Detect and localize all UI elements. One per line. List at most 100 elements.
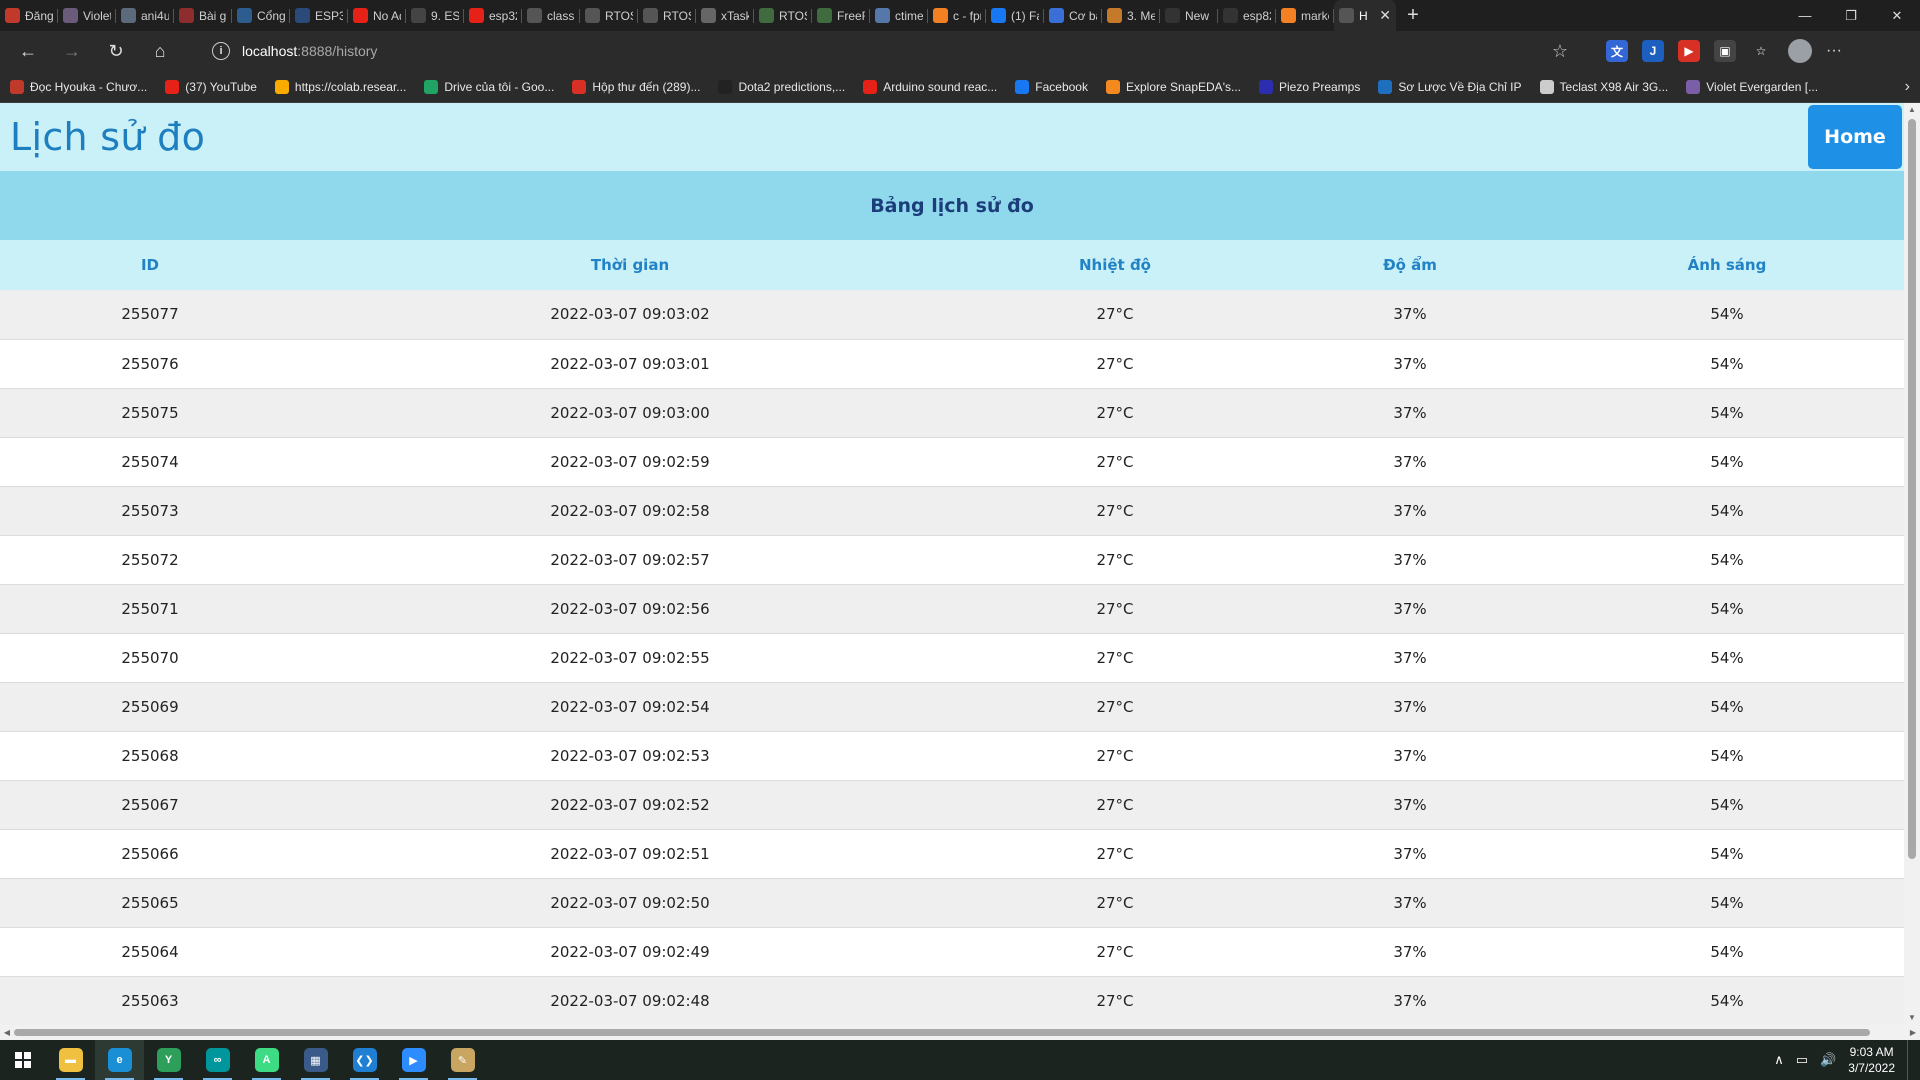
- volume-icon[interactable]: 🔊: [1820, 1052, 1836, 1068]
- restore-button[interactable]: ❐: [1828, 0, 1874, 31]
- page-icon: [1339, 8, 1354, 23]
- cell-humidity: 37%: [1393, 942, 1427, 961]
- bookmark-item[interactable]: Facebook: [1015, 79, 1088, 94]
- bookmark-item[interactable]: Arduino sound reac...: [863, 79, 997, 94]
- vertical-scrollbar[interactable]: ▲ ▼: [1904, 103, 1920, 1025]
- browser-tab[interactable]: class: [522, 0, 580, 31]
- browser-tab[interactable]: Cơ bả: [1044, 0, 1102, 31]
- browser-tab[interactable]: New I: [1160, 0, 1218, 31]
- browser-tab[interactable]: 3. Mer: [1102, 0, 1160, 31]
- home-page-button[interactable]: ⌂: [142, 35, 178, 67]
- cell-time: 2022-03-07 09:02:58: [550, 501, 710, 520]
- browser-tab[interactable]: No Ad: [348, 0, 406, 31]
- taskbar-app[interactable]: ∞: [193, 1040, 242, 1080]
- cell-light: 54%: [1710, 893, 1744, 912]
- close-window-button[interactable]: ✕: [1874, 0, 1920, 31]
- taskbar-app[interactable]: e: [95, 1040, 144, 1080]
- profile-avatar-icon[interactable]: [1788, 39, 1812, 63]
- reload-button[interactable]: ↻: [98, 35, 134, 67]
- taskbar-app[interactable]: ▶: [389, 1040, 438, 1080]
- bookmark-label: Drive của tôi - Goo...: [444, 79, 555, 94]
- tab-label: 9. ESP: [431, 8, 459, 23]
- browser-tab[interactable]: esp82: [1218, 0, 1276, 31]
- cell-time: 2022-03-07 09:02:54: [550, 697, 710, 716]
- scroll-right-icon[interactable]: ▶: [1906, 1025, 1920, 1040]
- bookmark-item[interactable]: Sơ Lược Về Địa Chỉ IP: [1378, 79, 1522, 94]
- site-info-icon[interactable]: i: [212, 42, 230, 60]
- address-bar[interactable]: i localhost:8888/history ☆: [200, 36, 1580, 66]
- browser-tab[interactable]: c - fpr: [928, 0, 986, 31]
- home-button[interactable]: Home: [1808, 105, 1902, 169]
- minimize-button[interactable]: —: [1782, 0, 1828, 31]
- browser-tab[interactable]: RTOS: [754, 0, 812, 31]
- bookmark-item[interactable]: Piezo Preamps: [1258, 79, 1360, 94]
- scroll-left-icon[interactable]: ◀: [0, 1025, 14, 1040]
- browser-tab[interactable]: RTOS: [580, 0, 638, 31]
- bookmark-item[interactable]: Hộp thư đến (289)...: [572, 79, 700, 94]
- taskbar-app[interactable]: A: [242, 1040, 291, 1080]
- browser-tab[interactable]: Cổng: [232, 0, 290, 31]
- add-favorite-icon[interactable]: ☆: [1552, 41, 1568, 62]
- table-row: 255069 2022-03-07 09:02:54 27°C 37% 54%: [0, 682, 1904, 731]
- network-icon[interactable]: ▭: [1796, 1052, 1808, 1068]
- taskbar-app[interactable]: ✎: [438, 1040, 487, 1080]
- tab-active[interactable]: H ✕: [1334, 0, 1396, 31]
- taskbar-app[interactable]: ▬: [46, 1040, 95, 1080]
- browser-tab[interactable]: ESP32: [290, 0, 348, 31]
- more-menu-icon[interactable]: ···: [1826, 42, 1842, 60]
- taskbar-app[interactable]: ▦: [291, 1040, 340, 1080]
- pdf-extension-icon[interactable]: ▶: [1678, 40, 1700, 62]
- reload-icon: ↻: [108, 40, 124, 61]
- bookmarks-more-icon[interactable]: ›: [1905, 78, 1910, 96]
- taskbar-app[interactable]: Y: [144, 1040, 193, 1080]
- arrow-icon: [643, 8, 658, 23]
- scroll-up-icon[interactable]: ▲: [1904, 103, 1920, 117]
- forward-button[interactable]: →: [54, 35, 90, 67]
- bookmark-item[interactable]: Explore SnapEDA's...: [1105, 79, 1241, 94]
- browser-tab[interactable]: ctime: [870, 0, 928, 31]
- tab-label: esp32: [489, 8, 517, 23]
- favorites-icon[interactable]: ☆: [1750, 40, 1772, 62]
- badge-extension-icon[interactable]: ▣: [1714, 40, 1736, 62]
- start-button[interactable]: [0, 1040, 46, 1080]
- vertical-scroll-thumb[interactable]: [1908, 119, 1916, 859]
- horizontal-scroll-thumb[interactable]: [14, 1029, 1870, 1036]
- browser-tab[interactable]: ani4u: [116, 0, 174, 31]
- back-button[interactable]: ←: [10, 35, 46, 67]
- bookmark-item[interactable]: Drive của tôi - Goo...: [424, 79, 555, 94]
- new-tab-button[interactable]: +: [1396, 0, 1430, 31]
- bookmark-item[interactable]: Đọc Hyouka - Chươ...: [10, 79, 147, 94]
- browser-tab[interactable]: FreeR: [812, 0, 870, 31]
- table-row: 255068 2022-03-07 09:02:53 27°C 37% 54%: [0, 731, 1904, 780]
- arrow-right-icon: →: [63, 40, 81, 61]
- browser-tab[interactable]: 9. ESP: [406, 0, 464, 31]
- bookmark-item[interactable]: Violet Evergarden [...: [1686, 79, 1818, 94]
- horizontal-scrollbar[interactable]: ◀ ▶: [0, 1025, 1920, 1040]
- browser-tab[interactable]: (1) Fac: [986, 0, 1044, 31]
- taskbar-app[interactable]: ❮❯: [340, 1040, 389, 1080]
- browser-tab[interactable]: marke: [1276, 0, 1334, 31]
- browser-tab[interactable]: Violet: [58, 0, 116, 31]
- bookmark-favicon-icon: [165, 79, 180, 94]
- browser-tab[interactable]: Đăng: [0, 0, 58, 31]
- tray-chevron-icon[interactable]: ∧: [1774, 1052, 1784, 1068]
- tab-label: marke: [1301, 8, 1329, 23]
- bookmark-item[interactable]: Dota2 predictions,...: [718, 79, 845, 94]
- page-viewport: Lịch sử đo Home Bảng lịch sử đo ID Thời g…: [0, 103, 1920, 1040]
- j-extension-icon[interactable]: J: [1642, 40, 1664, 62]
- column-header: Độ ẩm: [1383, 256, 1437, 274]
- clock[interactable]: 9:03 AM 3/7/2022: [1848, 1044, 1895, 1076]
- browser-tab[interactable]: esp32: [464, 0, 522, 31]
- scroll-down-icon[interactable]: ▼: [1904, 1011, 1920, 1025]
- browser-tab[interactable]: RTOS: [638, 0, 696, 31]
- cell-light: 54%: [1710, 599, 1744, 618]
- bookmark-item[interactable]: (37) YouTube: [165, 79, 257, 94]
- bookmark-item[interactable]: https://colab.resear...: [274, 79, 406, 94]
- show-desktop-button[interactable]: [1907, 1040, 1912, 1080]
- tab-list: Đăng Violet ani4u Bài giả Cổng ESP32 No Ad 9. E…: [0, 0, 1396, 31]
- translate-icon[interactable]: 文: [1606, 40, 1628, 62]
- close-tab-icon[interactable]: ✕: [1379, 7, 1391, 24]
- bookmark-item[interactable]: Teclast X98 Air 3G...: [1539, 79, 1668, 94]
- browser-tab[interactable]: Bài giả: [174, 0, 232, 31]
- browser-tab[interactable]: xTaskC: [696, 0, 754, 31]
